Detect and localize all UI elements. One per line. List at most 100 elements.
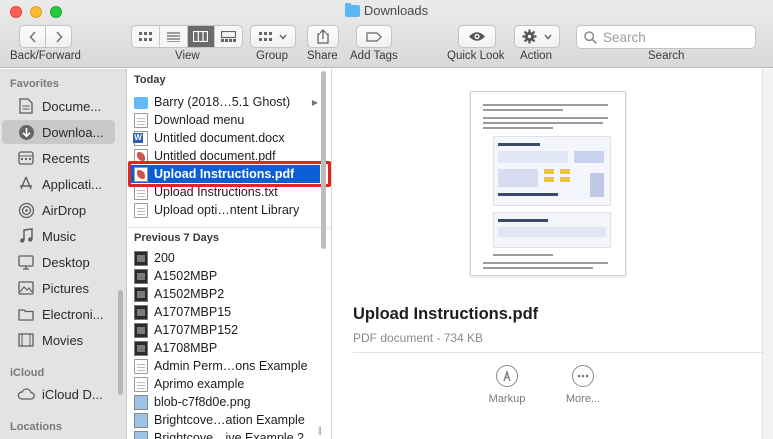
list-item[interactable]: A1708MBP xyxy=(128,339,320,357)
action-label: Action xyxy=(520,50,552,62)
action-button[interactable] xyxy=(514,25,560,48)
disclosure-arrow-icon: ▶ xyxy=(311,97,318,107)
list-item[interactable]: Barry (2018…5.1 Ghost) ▶ xyxy=(128,93,320,111)
list-item[interactable]: Aprimo example xyxy=(128,375,320,393)
column-view-button[interactable] xyxy=(187,26,216,47)
favorites-header: Favorites xyxy=(10,78,59,90)
search-label: Search xyxy=(648,50,685,62)
chevron-down-icon xyxy=(544,34,552,40)
sidebar-item-label: Docume... xyxy=(42,98,102,114)
image-file-icon xyxy=(134,430,148,439)
image-file-icon xyxy=(134,412,148,428)
search-placeholder: Search xyxy=(603,29,646,45)
sidebar-item-label: Pictures xyxy=(42,280,89,296)
thumb-block xyxy=(544,169,554,174)
document-file-icon xyxy=(134,376,148,392)
download-icon xyxy=(17,123,35,141)
list-item[interactable]: 200 xyxy=(128,249,320,267)
list-item[interactable]: Download menu xyxy=(128,111,320,129)
sidebar-item-label: iCloud D... xyxy=(42,386,103,402)
icon-view-button[interactable] xyxy=(132,26,160,47)
sidebar-item-desktop[interactable]: Desktop xyxy=(0,250,126,274)
chevron-left-icon xyxy=(28,30,36,43)
sidebar-item-movies[interactable]: Movies xyxy=(0,328,126,352)
sidebar-item-recents[interactable]: Recents xyxy=(0,146,126,170)
columns-icon xyxy=(193,31,209,42)
sidebar-item-icloud-drive[interactable]: iCloud D... xyxy=(0,382,126,406)
chevron-down-icon xyxy=(279,34,287,40)
sidebar-item-label: Electroni... xyxy=(42,306,104,322)
quick-look-button[interactable] xyxy=(458,25,496,48)
thumb-heading xyxy=(498,143,540,146)
more-dots-icon xyxy=(572,365,594,387)
column-resize-handle[interactable]: || xyxy=(318,425,322,435)
folder-icon xyxy=(134,97,148,109)
thumb-line xyxy=(483,117,608,119)
sidebar-item-label: Recents xyxy=(42,150,90,166)
add-tags-button[interactable] xyxy=(356,25,392,48)
airdrop-icon xyxy=(17,201,35,219)
document-file-icon xyxy=(134,112,148,128)
markup-label: Markup xyxy=(488,393,526,405)
list-item[interactable]: A1707MBP15 xyxy=(128,303,320,321)
group-label: Group xyxy=(256,50,288,62)
document-file-icon xyxy=(134,358,148,374)
sidebar-item-documents[interactable]: Docume... xyxy=(0,94,126,118)
thumb-heading xyxy=(498,219,548,222)
eye-icon xyxy=(469,32,485,41)
sidebar-item-downloads[interactable]: Downloa... xyxy=(2,120,115,144)
thumb-block xyxy=(574,151,604,163)
sidebar-item-airdrop[interactable]: AirDrop xyxy=(0,198,126,222)
icon-grid-icon xyxy=(138,31,152,41)
movies-icon xyxy=(17,331,35,349)
sidebar-item-electronics[interactable]: Electroni... xyxy=(0,302,126,326)
sidebar-item-pictures[interactable]: Pictures xyxy=(0,276,126,300)
share-label: Share xyxy=(307,50,338,62)
view-label: View xyxy=(175,50,200,62)
list-item[interactable]: blob-c7f8d0e.png xyxy=(128,393,320,411)
sidebar-item-label: Applicati... xyxy=(42,176,102,192)
list-item[interactable]: Upload opti…ntent Library xyxy=(128,201,320,219)
markup-button[interactable]: Markup xyxy=(477,365,537,405)
sidebar: Favorites Docume... Downloa... Recents A… xyxy=(0,69,127,439)
preview-scrollbar[interactable] xyxy=(762,69,773,439)
share-button[interactable] xyxy=(307,25,339,48)
gallery-icon xyxy=(221,31,237,42)
more-label: More... xyxy=(565,393,601,405)
tag-icon xyxy=(366,31,382,42)
desktop-icon xyxy=(17,253,35,271)
share-icon xyxy=(317,29,329,44)
preview-divider xyxy=(353,352,762,353)
search-field[interactable]: Search xyxy=(576,25,756,49)
sidebar-item-applications[interactable]: Applicati... xyxy=(0,172,126,196)
sidebar-item-label: AirDrop xyxy=(42,202,87,218)
gear-icon xyxy=(522,29,537,44)
sidebar-scrollbar[interactable] xyxy=(118,290,123,395)
image-file-icon xyxy=(134,268,148,284)
markup-pen-icon xyxy=(496,365,518,387)
list-item[interactable]: Brightcove…ation Example xyxy=(128,411,320,429)
list-item[interactable]: Admin Perm…ons Example xyxy=(128,357,320,375)
cloud-icon xyxy=(17,385,35,403)
document-icon xyxy=(17,97,35,115)
list-item[interactable]: Brightcove…ive Example 2 xyxy=(128,429,320,439)
image-file-icon xyxy=(134,286,148,302)
forward-button[interactable] xyxy=(45,25,72,48)
document-thumbnail[interactable] xyxy=(470,91,626,276)
list-view-button[interactable] xyxy=(160,26,188,47)
list-item[interactable]: A1502MBP2 xyxy=(128,285,320,303)
thumb-line xyxy=(483,109,563,111)
list-item[interactable]: Untitled document.docx xyxy=(128,129,320,147)
sidebar-item-music[interactable]: Music xyxy=(0,224,126,248)
gallery-view-button[interactable] xyxy=(215,26,242,47)
quick-look-label: Quick Look xyxy=(447,50,505,62)
list-item[interactable]: A1707MBP152 xyxy=(128,321,320,339)
group-grid-icon xyxy=(259,31,272,41)
group-button[interactable] xyxy=(250,25,296,48)
music-icon xyxy=(17,227,35,245)
list-item[interactable]: A1502MBP xyxy=(128,267,320,285)
thumb-screenshot xyxy=(493,136,611,206)
more-button[interactable]: More... xyxy=(553,365,613,405)
list-scrollbar[interactable] xyxy=(321,71,326,249)
back-button[interactable] xyxy=(19,25,46,48)
